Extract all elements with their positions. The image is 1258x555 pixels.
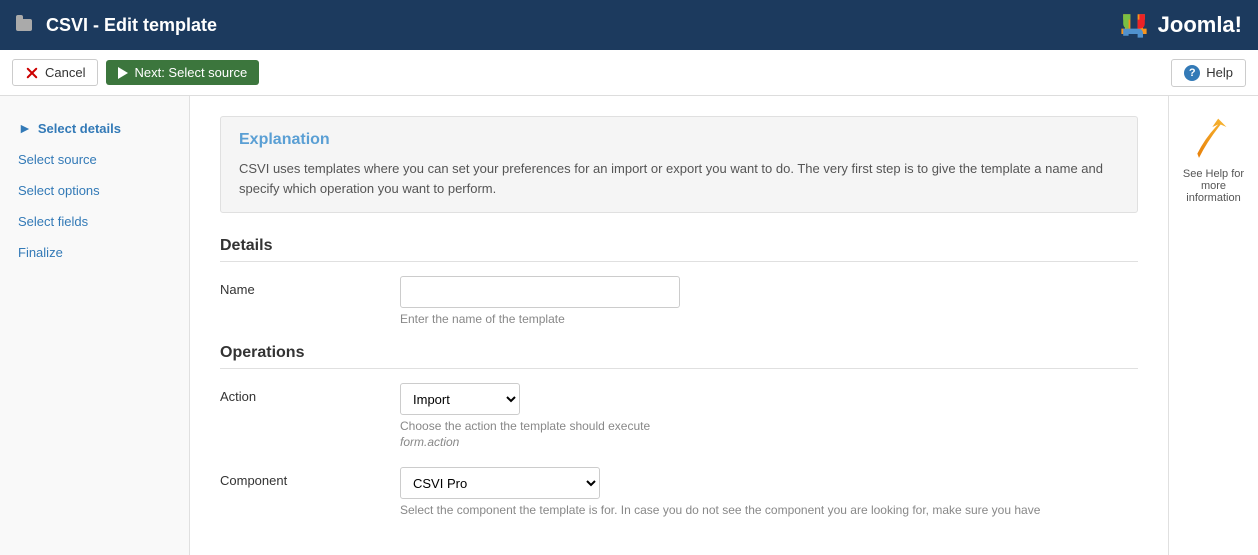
question-icon: ? [1184,65,1200,81]
operations-section-title: Operations [220,344,1138,369]
action-form-group: Action Import Export Choose the action t… [220,383,1138,449]
next-button[interactable]: Next: Select source [106,60,259,85]
folder-icon [16,19,32,31]
details-section-title: Details [220,237,1138,262]
help-label: Help [1206,65,1233,80]
action-select[interactable]: Import Export [400,383,520,415]
component-select[interactable]: CSVI Pro [400,467,600,499]
app-title: CSVI - Edit template [46,15,217,36]
name-form-group: Name Enter the name of the template [220,276,1138,326]
action-control-wrap: Import Export Choose the action the temp… [400,383,1138,449]
explanation-box: Explanation CSVI uses templates where yo… [220,116,1138,213]
cancel-label: Cancel [45,65,85,80]
toolbar-right: ? Help [1171,59,1246,87]
sidebar-item-select-fields[interactable]: Select fields [0,206,189,237]
sidebar-item-select-source[interactable]: Select source [0,144,189,175]
joomla-logo: Joomla! [1116,7,1242,43]
name-hint: Enter the name of the template [400,312,1138,326]
sidebar-item-finalize[interactable]: Finalize [0,237,189,268]
cancel-icon [25,66,39,80]
sidebar-item-label: Select options [18,183,100,198]
sidebar-item-label: Finalize [18,245,63,260]
component-label: Component [220,467,400,488]
next-label: Next: Select source [134,65,247,80]
name-control-wrap: Enter the name of the template [400,276,1138,326]
action-hint2: form.action [400,435,1138,449]
explanation-title: Explanation [239,131,1119,149]
sidebar-item-label: Select details [38,121,121,136]
explanation-text: CSVI uses templates where you can set yo… [239,159,1119,198]
sidebar-item-select-details[interactable]: ► Select details [0,112,189,144]
action-hint: Choose the action the template should ex… [400,419,1138,433]
help-button[interactable]: ? Help [1171,59,1246,87]
sidebar: ► Select details Select source Select op… [0,96,190,555]
help-aside: See Help for more information [1168,96,1258,555]
component-form-group: Component CSVI Pro Select the component … [220,467,1138,517]
content-area: Explanation CSVI uses templates where yo… [190,96,1168,555]
joomla-icon [1116,7,1152,43]
joomla-text: Joomla! [1158,12,1242,38]
help-text: See Help for more information [1179,168,1248,204]
action-label: Action [220,383,400,404]
sidebar-item-select-options[interactable]: Select options [0,175,189,206]
top-bar-left: CSVI - Edit template [16,15,217,36]
play-icon [118,67,128,79]
sidebar-item-label: Select fields [18,214,88,229]
name-label: Name [220,276,400,297]
help-arrow-icon [1189,112,1239,162]
chevron-right-icon: ► [18,120,32,136]
main-container: ► Select details Select source Select op… [0,96,1258,555]
cancel-button[interactable]: Cancel [12,59,98,86]
component-hint: Select the component the template is for… [400,503,1138,517]
sidebar-item-label: Select source [18,152,97,167]
component-control-wrap: CSVI Pro Select the component the templa… [400,467,1138,517]
name-input[interactable] [400,276,680,308]
toolbar: Cancel Next: Select source ? Help [0,50,1258,96]
toolbar-left: Cancel Next: Select source [12,59,259,86]
top-bar: CSVI - Edit template Joomla! [0,0,1258,50]
